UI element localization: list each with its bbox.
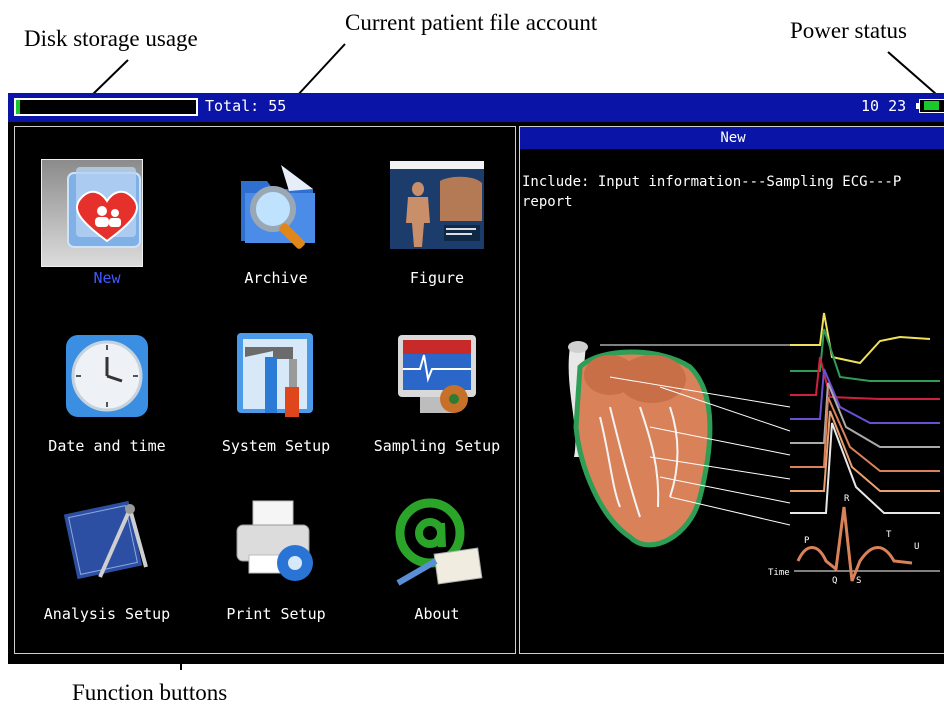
sampling-monitor-icon (398, 335, 476, 413)
description-line-2: report (522, 194, 573, 210)
wave-label-p: P (804, 536, 810, 546)
panel-description: Include: Input information---Sampling EC… (522, 172, 944, 212)
wave-label-u: U (914, 542, 919, 552)
battery-icon (916, 99, 944, 113)
figure-button[interactable]: Figure (357, 133, 517, 293)
at-sign-icon (395, 498, 483, 586)
figure-label: Figure (409, 269, 465, 287)
disk-usage-bar (14, 98, 198, 116)
panel-header: New (520, 127, 944, 149)
new-label: New (93, 269, 121, 287)
date-time-button[interactable]: Date and time (27, 301, 187, 461)
printer-gear-icon (236, 500, 313, 581)
about-label: About (414, 605, 460, 623)
status-bar: Total: 55 10 23 (8, 93, 944, 122)
disk-usage-fill (16, 100, 20, 114)
wave-label-t: T (886, 530, 892, 540)
clock-icon (66, 335, 148, 417)
wave-label-s: S (856, 576, 861, 586)
description-line-1: Include: Input information---Sampling EC… (522, 174, 902, 190)
tools-icon (237, 333, 313, 417)
analysis-setup-label: Analysis Setup (43, 605, 171, 623)
wave-label-q: Q (832, 576, 837, 586)
device-screen: Total: 55 10 23 New Archive Figure Date … (8, 93, 944, 664)
heart-ecg-illustration: P Q R S T U Time (568, 312, 940, 586)
system-setup-label: System Setup (221, 437, 331, 455)
date-time-label: Date and time (48, 437, 166, 455)
new-button[interactable]: New (27, 133, 187, 293)
description-panel: New Include: Input information---Samplin… (519, 126, 944, 654)
system-setup-button[interactable]: System Setup (196, 301, 356, 461)
patient-total-count: Total: 55 (205, 97, 287, 115)
wave-label-r: R (844, 494, 850, 504)
new-patient-folder-icon (67, 167, 141, 248)
archive-button[interactable]: Archive (196, 133, 356, 293)
time-axis-label: Time (768, 568, 790, 578)
sampling-setup-label: Sampling Setup (373, 437, 501, 455)
archive-label: Archive (244, 269, 308, 287)
archive-magnifier-icon (241, 165, 315, 249)
compass-drawing-icon (63, 500, 148, 580)
clock-time: 10 23 (861, 97, 907, 115)
analysis-setup-button[interactable]: Analysis Setup (27, 469, 187, 629)
sampling-setup-button[interactable]: Sampling Setup (357, 301, 517, 461)
print-setup-label: Print Setup (226, 605, 326, 623)
figure-anatomy-icon (390, 161, 484, 249)
battery-level-fill (924, 101, 939, 110)
print-setup-button[interactable]: Print Setup (196, 469, 356, 629)
function-button-grid: New Archive Figure Date and time System … (14, 126, 516, 654)
about-button[interactable]: About (357, 469, 517, 629)
